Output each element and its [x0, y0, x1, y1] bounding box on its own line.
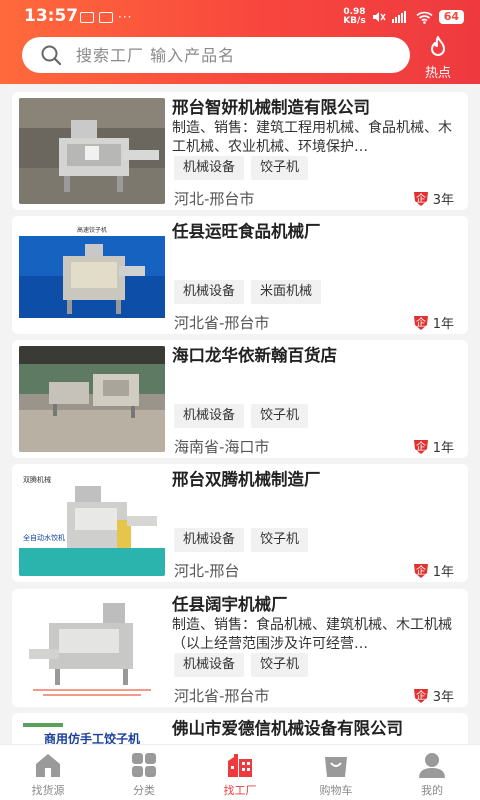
more-notifications-icon: ··· [118, 10, 133, 24]
flame-icon [431, 36, 445, 56]
enterprise-badge-icon: 企 [413, 688, 428, 703]
search-input[interactable] [76, 45, 356, 65]
tag[interactable]: 机械设备 [174, 404, 245, 428]
search-bar[interactable] [22, 37, 410, 73]
factory-name: 海口龙华依新翰百货店 [172, 346, 337, 365]
tag-list: 机械设备 饺子机 [174, 156, 309, 180]
tag[interactable]: 饺子机 [251, 653, 309, 677]
factory-location: 海南省-海口市 [174, 438, 270, 456]
tab-cart[interactable]: 购物车 [288, 745, 384, 800]
factory-name: 佛山市爱德信机械设备有限公司 [172, 719, 403, 738]
tag[interactable]: 机械设备 [174, 156, 245, 180]
factory-name: 任县运旺食品机械厂 [172, 222, 321, 241]
tag[interactable]: 机械设备 [174, 653, 245, 677]
factory-name: 邢台双腾机械制造厂 [172, 470, 321, 489]
enterprise-badge-icon: 企 [413, 563, 428, 578]
bottom-tab-bar: 找货源 分类 找工厂 购物车 我的 [0, 744, 480, 800]
tag-list: 机械设备 米面机械 [174, 280, 322, 304]
status-time: 13:57 [24, 6, 79, 26]
svg-text:高速饺子机: 高速饺子机 [77, 226, 107, 234]
factory-thumbnail[interactable] [19, 346, 165, 452]
years-badge: 企 1年 [412, 437, 454, 456]
factory-card[interactable]: 双腾机械 全自动水饺机 邢台双腾机械制造厂 机械设备 饺子机 河北-邢台 企 1… [12, 464, 468, 582]
years-value: 1年 [432, 565, 454, 580]
cart-icon [325, 757, 347, 777]
tab-mine[interactable]: 我的 [384, 745, 480, 800]
user-icon [419, 753, 445, 778]
factory-thumbnail[interactable] [19, 595, 165, 701]
enterprise-badge-icon: 企 [413, 439, 428, 454]
tag-list: 机械设备 饺子机 [174, 528, 309, 552]
enterprise-badge-icon: 企 [413, 315, 428, 330]
factory-card[interactable]: 海口龙华依新翰百货店 机械设备 饺子机 海南省-海口市 企 1年 [12, 340, 468, 458]
notification-icon [80, 11, 94, 23]
tab-category[interactable]: 分类 [96, 745, 192, 800]
tag[interactable]: 机械设备 [174, 528, 245, 552]
net-speed: 0.98 KB/s [343, 8, 365, 26]
status-bar: 13:57 ··· 0.98 KB/s 64 [0, 0, 480, 32]
signal-icon [391, 11, 406, 23]
hot-label: 热点 [424, 66, 451, 81]
tab-find-factory[interactable]: 找工厂 [192, 745, 288, 800]
mute-icon [372, 12, 386, 22]
net-speed-unit: KB/s [343, 16, 366, 26]
tag[interactable]: 机械设备 [174, 280, 245, 304]
factory-location: 河北-邢台市 [174, 190, 255, 208]
tab-label: 找货源 [31, 784, 65, 797]
factory-desc: 制造、销售：食品机械、建筑机械、木工机械（以上经营范围涉及许可经营… [172, 617, 452, 652]
factory-card[interactable]: 任县阔宇机械厂 制造、销售：食品机械、建筑机械、木工机械（以上经营范围涉及许可经… [12, 589, 468, 707]
tab-label: 分类 [133, 784, 155, 797]
home-icon [36, 754, 60, 777]
factory-location: 河北省-邢台市 [174, 687, 270, 705]
factory-thumbnail[interactable]: 双腾机械 全自动水饺机 [19, 470, 165, 576]
years-value: 1年 [432, 441, 454, 456]
years-value: 3年 [432, 690, 454, 705]
tab-label: 找工厂 [223, 784, 257, 797]
years-badge: 企 1年 [412, 561, 454, 580]
factory-location: 河北省-邢台市 [174, 314, 270, 332]
factory-location: 河北-邢台 [174, 562, 240, 580]
svg-text:企: 企 [416, 689, 426, 702]
years-value: 1年 [432, 317, 454, 332]
wifi-icon [416, 11, 433, 24]
svg-text:企: 企 [416, 192, 426, 205]
search-icon [41, 45, 62, 66]
factory-thumbnail[interactable] [19, 98, 165, 204]
svg-text:双腾机械: 双腾机械 [23, 475, 51, 484]
tag[interactable]: 米面机械 [251, 280, 322, 304]
factory-card[interactable]: 邢台智妍机械制造有限公司 制造、销售：建筑工程用机械、食品机械、木工机械、农业机… [12, 92, 468, 210]
years-badge: 企 3年 [412, 686, 454, 705]
svg-text:企: 企 [416, 440, 426, 453]
notification-icons: ··· [80, 10, 132, 24]
tag-list: 机械设备 饺子机 [174, 404, 309, 428]
factory-name: 任县阔宇机械厂 [172, 595, 288, 614]
tab-label: 我的 [421, 784, 443, 797]
tag[interactable]: 饺子机 [251, 404, 309, 428]
hot-button[interactable]: 热点 [416, 36, 460, 81]
svg-text:全自动水饺机: 全自动水饺机 [23, 533, 65, 542]
status-right: 0.98 KB/s 64 [343, 8, 464, 26]
factory-card[interactable]: 高速饺子机 任县运旺食品机械厂 机械设备 米面机械 河北省-邢台市 企 1年 [12, 216, 468, 334]
notification-icon [99, 11, 113, 23]
category-icon [132, 753, 156, 777]
years-badge: 企 3年 [412, 189, 454, 208]
factory-name: 邢台智妍机械制造有限公司 [172, 98, 370, 117]
years-value: 3年 [432, 193, 454, 208]
enterprise-badge-icon: 企 [413, 191, 428, 206]
tag[interactable]: 饺子机 [251, 156, 309, 180]
tab-find-goods[interactable]: 找货源 [0, 745, 96, 800]
factory-icon [228, 754, 252, 777]
tag[interactable]: 饺子机 [251, 528, 309, 552]
svg-text:企: 企 [416, 564, 426, 577]
tab-label: 购物车 [319, 784, 353, 797]
years-badge: 企 1年 [412, 313, 454, 332]
app-header: 13:57 ··· 0.98 KB/s 64 热点 [0, 0, 480, 84]
battery-indicator: 64 [438, 10, 464, 24]
factory-thumbnail[interactable]: 高速饺子机 [19, 222, 165, 328]
factory-desc: 制造、销售：建筑工程用机械、食品机械、木工机械、农业机械、环境保护… [172, 120, 452, 155]
tag-list: 机械设备 饺子机 [174, 653, 309, 677]
svg-text:企: 企 [416, 316, 426, 329]
